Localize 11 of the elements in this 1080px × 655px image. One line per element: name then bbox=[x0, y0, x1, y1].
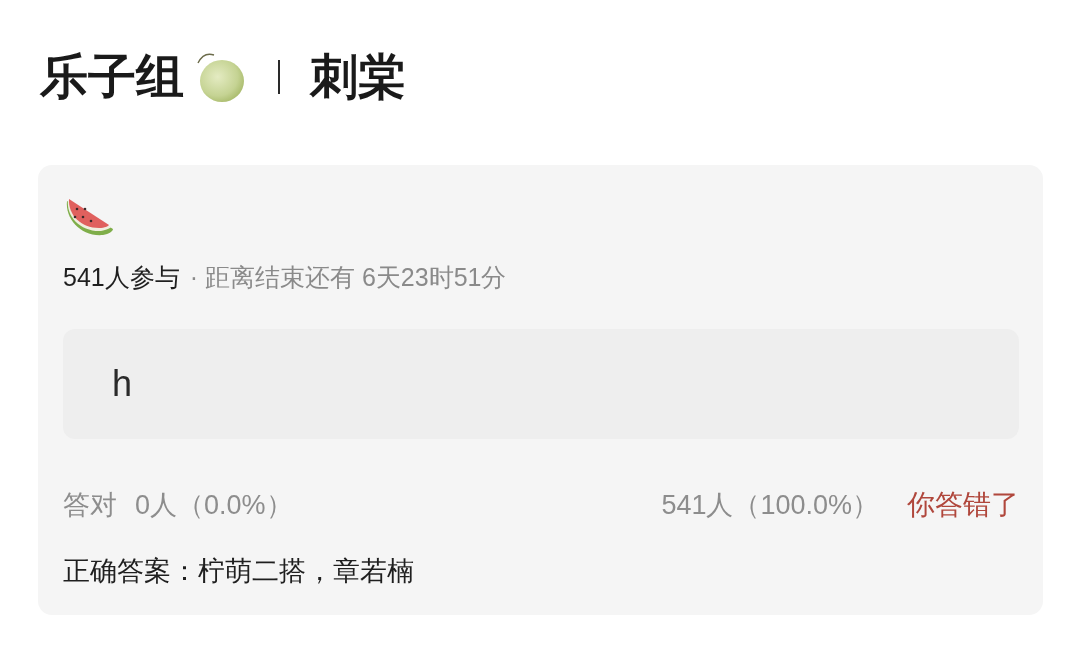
solution-text: 正确答案：柠萌二搭，章若楠 bbox=[63, 555, 414, 588]
wrong-count: 541人（100.0%） bbox=[661, 488, 879, 522]
melon-icon bbox=[196, 51, 246, 103]
correct-label: 答对 bbox=[63, 488, 117, 522]
correct-count: 0人（0.0%） bbox=[135, 488, 293, 522]
answer-text: h bbox=[112, 366, 133, 402]
participant-count: 541人参与 bbox=[63, 262, 180, 292]
group-title: 乐子组 bbox=[40, 53, 184, 101]
countdown-text: · 距离结束还有 6天23时51分 bbox=[189, 262, 507, 292]
topic-title: 刺棠 bbox=[310, 53, 406, 101]
verdict-text: 你答错了 bbox=[907, 488, 1019, 522]
